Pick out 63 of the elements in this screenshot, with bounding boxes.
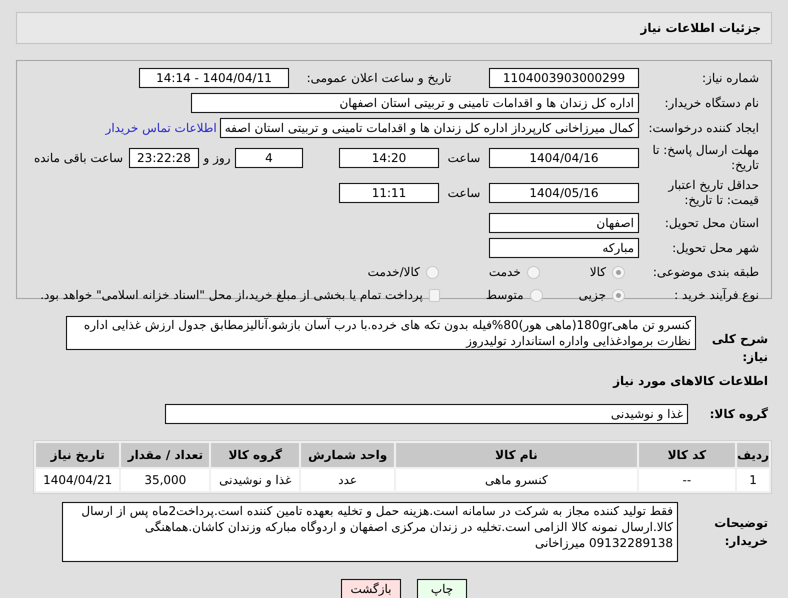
radio-label: کالا/خدمت: [368, 264, 420, 281]
print-button[interactable]: چاپ: [417, 579, 467, 598]
payment-note: پرداخت تمام یا بخشی از مبلغ خرید،از محل "اسناد خزانه اسلامی" خواهد بود.: [40, 287, 423, 304]
input-field[interactable]: مبارکه: [489, 238, 639, 258]
section-title: اطلاعات کالاهای مورد نیاز: [613, 373, 768, 390]
radio-label: جزیی: [578, 287, 606, 304]
field-label: ساعت: [446, 185, 482, 202]
input-field[interactable]: اداره کل زندان ها و اقدامات تامینی و تربیتی استان اصفهان: [191, 93, 639, 113]
field-label: استان محل تحویل:: [664, 215, 759, 232]
page-title: جزئیات اطلاعات نیاز: [640, 20, 761, 37]
column-header: گروه کالا: [211, 443, 300, 467]
contact-link[interactable]: اطلاعات تماس خریدار: [106, 119, 217, 137]
input-field[interactable]: 14:20: [339, 148, 439, 168]
field-label: حداقل تاریخ اعتبار قیمت: تا تاریخ:: [666, 178, 759, 208]
table-cell: کنسرو ماهی: [396, 469, 637, 491]
input-field[interactable]: 1404/04/16: [489, 148, 639, 168]
field-label: شماره نیاز:: [701, 70, 759, 87]
field-label: ایجاد کننده درخواست:: [647, 120, 759, 137]
column-header: ردیف: [737, 443, 769, 467]
field-label: تاریخ و ساعت اعلان عمومی:: [306, 70, 452, 87]
field-label: روز و: [202, 150, 232, 167]
radio-button[interactable]: [612, 288, 625, 302]
text-area[interactable]: کنسرو تن ماهی180gr(ماهی هور)80%فیله بدون تکه های خرده.با درب آسان بازشو.آنالیزمطابق جدول ارزش غذایی اداره نظارت برموادغذایی واداره استاندارد تولیدروز: [66, 316, 696, 350]
input-field[interactable]: 1104003903000299: [489, 68, 639, 88]
radio-button[interactable]: [612, 266, 625, 278]
radio-button[interactable]: [526, 266, 540, 278]
field-label: گروه کالا:: [708, 406, 768, 423]
table-cell: غذا و نوشیدنی: [211, 469, 300, 491]
days-field[interactable]: 4: [235, 148, 303, 168]
countdown-field[interactable]: 23:22:28: [129, 148, 199, 168]
column-header: کد کالا: [638, 443, 736, 467]
input-field[interactable]: 1404/05/16: [489, 183, 639, 203]
input-field[interactable]: کمال میرزاخانی کارپرداز اداره کل زندان ها و اقدامات تامینی و تربیتی استان اصفه: [220, 118, 639, 138]
radio-button[interactable]: [530, 288, 543, 302]
input-field[interactable]: اصفهان: [489, 213, 639, 233]
table-cell: 35,000: [121, 469, 210, 491]
table-cell: --: [638, 469, 736, 491]
input-field[interactable]: 11:11: [339, 183, 439, 203]
input-field[interactable]: 1404/04/11 - 14:14: [139, 68, 289, 88]
checkbox[interactable]: [428, 288, 440, 302]
column-header: نام کالا: [396, 443, 637, 467]
column-header: واحد شمارش: [301, 443, 394, 467]
field-label: مهلت ارسال پاسخ: تا تاریخ:: [651, 143, 759, 173]
radio-label: خدمت: [488, 264, 521, 281]
radio-button[interactable]: [426, 266, 439, 278]
table-cell: 1404/04/21: [36, 469, 120, 491]
table-cell: عدد: [301, 469, 394, 491]
input-field[interactable]: غذا و نوشیدنی: [165, 404, 688, 424]
field-label: ساعت باقی مانده: [34, 150, 124, 167]
back-button[interactable]: بازگشت: [341, 579, 401, 598]
radio-label: کالا: [590, 264, 606, 281]
table-cell: 1: [737, 469, 769, 491]
field-label: توضیحات خریدار:: [713, 515, 769, 550]
text-area[interactable]: فقط تولید کننده مجاز به شرکت در سامانه است.هزینه حمل و تخلیه بعهده تامین کننده است.پرداخت2ماه پس از ارسال کالا.ارسال نمونه کالا الزامی است.تخلیه در زندان مرکزی اصفهان و اردوگاه مبارکه وزندان کاشان.هماهنگی 09132289138 میرزاخانی: [62, 502, 678, 562]
field-label: نام دستگاه خریدار:: [664, 95, 759, 112]
column-header: تاریخ نیاز: [36, 443, 120, 467]
field-label: نوع فرآیند خرید :: [673, 287, 759, 304]
column-header: تعداد / مقدار: [121, 443, 210, 467]
radio-label: متوسط: [486, 287, 524, 304]
field-label: شرح کلی نیاز:: [710, 331, 768, 366]
field-label: طبقه بندی موضوعی:: [652, 264, 759, 281]
field-label: ساعت: [446, 150, 482, 167]
field-label: شهر محل تحویل:: [671, 240, 759, 257]
